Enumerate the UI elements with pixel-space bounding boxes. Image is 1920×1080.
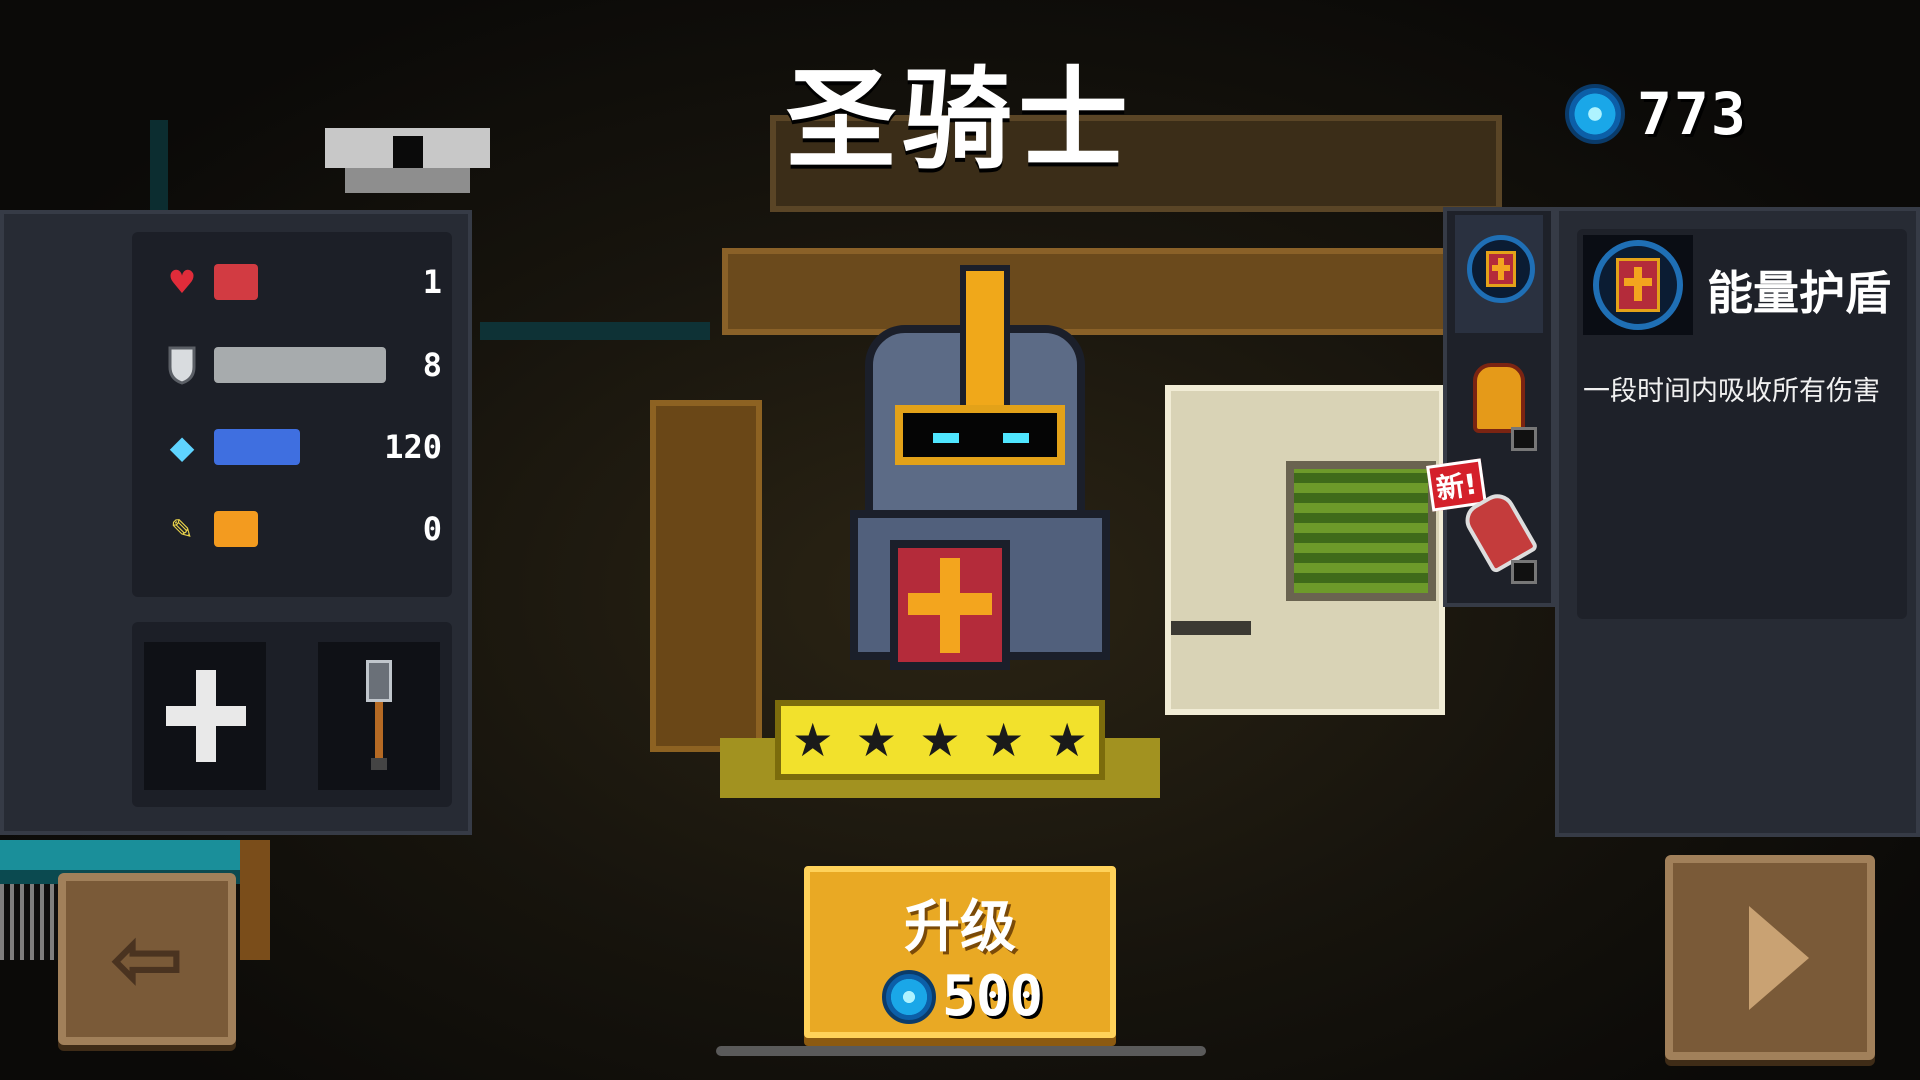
exit-icon: ⇦ — [109, 906, 185, 1012]
skill-energy-shield[interactable] — [1455, 215, 1543, 333]
crit-value: 0 — [422, 510, 442, 548]
star-icon: ★ — [982, 713, 1025, 767]
play-arrow-icon — [1749, 905, 1809, 1010]
next-button[interactable] — [1665, 855, 1875, 1060]
skill-list: 新! — [1426, 207, 1555, 607]
mace-icon — [366, 660, 392, 770]
upgrade-cost-value: 500 — [942, 964, 1044, 1029]
stats-list: ♥ 1 8 ◆ 120 ✎ 0 — [132, 232, 452, 597]
rank-stars: ★ ★ ★ ★ ★ — [775, 700, 1105, 780]
star-icon: ★ — [1046, 713, 1088, 767]
plus-icon — [166, 670, 246, 762]
health-bar — [214, 264, 258, 300]
energy-icon: ◆ — [169, 428, 195, 466]
star-icon: ★ — [919, 713, 961, 767]
upgrade-label: 升级 — [904, 895, 1016, 960]
skill-locked-1[interactable] — [1455, 343, 1543, 461]
spartan-helmet-icon — [1473, 363, 1525, 433]
knight-visor — [895, 405, 1065, 465]
loadout-slots — [132, 622, 452, 807]
lock-icon — [1511, 560, 1537, 584]
upgrade-cost: 500 — [882, 964, 1043, 1029]
paladin-character[interactable] — [765, 265, 1185, 765]
shield-skill-icon — [1467, 235, 1535, 303]
health-value: 1 — [422, 263, 442, 301]
armor-icon — [162, 345, 202, 385]
gem-icon — [1565, 84, 1625, 144]
add-slot-button[interactable] — [144, 642, 266, 790]
lock-icon — [1511, 427, 1537, 451]
skill-detail-card: 能量护盾 一段时间内吸收所有伤害 — [1577, 229, 1907, 619]
upgrade-button[interactable]: 升级 500 — [804, 866, 1116, 1038]
armor-bar — [214, 347, 386, 383]
rank-banner: ★ ★ ★ ★ ★ — [720, 700, 1160, 800]
knight-crest — [960, 265, 1010, 415]
energy-bar — [214, 429, 300, 465]
energy-value: 120 — [384, 428, 442, 466]
stat-energy: ◆ 120 — [162, 422, 442, 472]
exit-button[interactable]: ⇦ — [58, 873, 236, 1045]
stat-health: ♥ 1 — [162, 257, 442, 307]
stat-crit: ✎ 0 — [162, 504, 442, 554]
gem-icon — [882, 969, 936, 1024]
gem-counter: 773 — [1565, 80, 1748, 148]
knight-shield — [890, 540, 1010, 670]
game-scene: 圣骑士 773 ♥ 1 8 ◆ 120 ✎ 0 ★ ★ ★ ★ ★ 新! 能量护… — [0, 0, 1920, 1080]
armor-value: 8 — [422, 346, 442, 384]
skill-detail-panel: 能量护盾 一段时间内吸收所有伤害 — [1555, 207, 1920, 837]
skill-description: 一段时间内吸收所有伤害 — [1583, 376, 1880, 407]
star-icon: ★ — [855, 713, 898, 767]
weapon-slot[interactable] — [318, 642, 440, 790]
star-icon: ★ — [792, 713, 834, 767]
background-computer — [1165, 385, 1445, 715]
crit-bar — [214, 511, 258, 547]
stat-armor: 8 — [162, 340, 442, 390]
heart-icon: ♥ — [167, 263, 197, 301]
crit-icon: ✎ — [170, 512, 194, 546]
skill-name: 能量护盾 — [1707, 266, 1891, 320]
skill-locked-2[interactable]: 新! — [1426, 458, 1543, 594]
gem-count-value: 773 — [1637, 80, 1748, 148]
energy-shield-icon — [1583, 235, 1693, 335]
home-indicator[interactable] — [716, 1046, 1206, 1056]
